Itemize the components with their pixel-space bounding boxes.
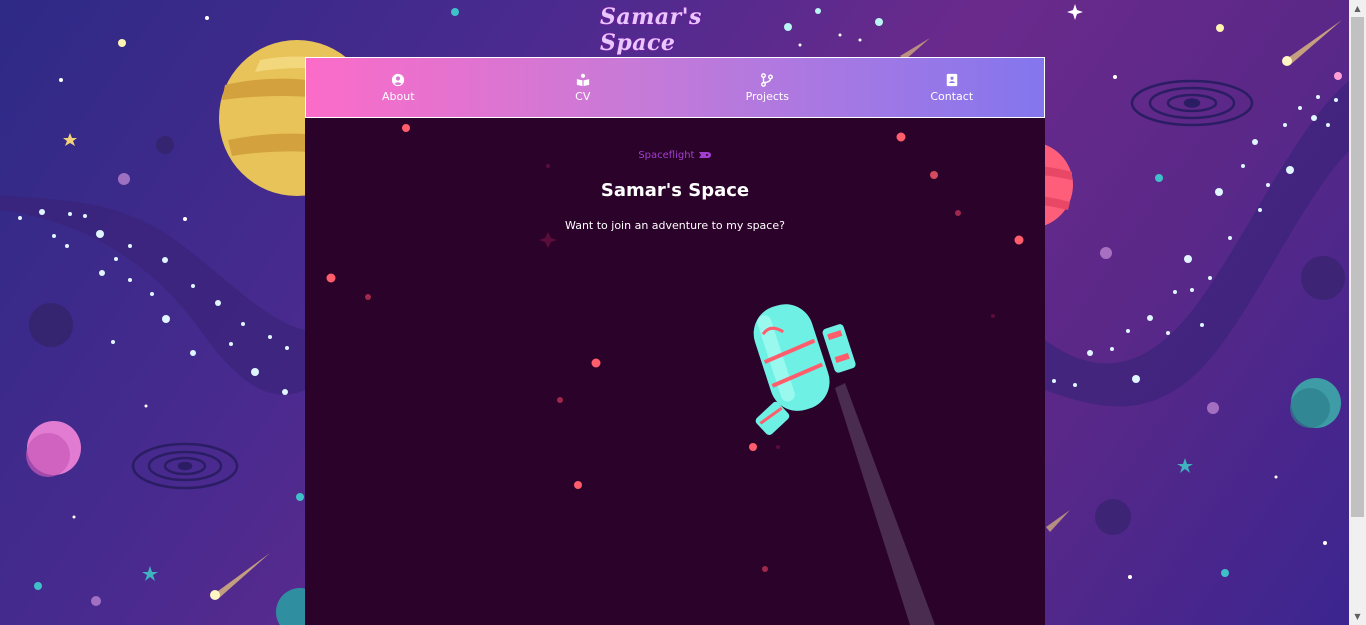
main-nav: About CV Projects Contact <box>305 57 1045 118</box>
code-branch-icon <box>761 72 774 87</box>
glow-dot <box>1207 402 1219 414</box>
nav-item-about[interactable]: About <box>338 73 458 103</box>
dot <box>1155 174 1163 182</box>
hero-title: Samar's Space <box>600 180 750 201</box>
hero-panel: Spaceflight Samar's Space Want to join a… <box>305 118 1045 625</box>
nav-item-label: Projects <box>745 89 789 103</box>
nav-item-label: CV <box>575 89 591 103</box>
comet-bottom-right <box>1046 510 1070 532</box>
milky-way-band-right <box>1045 80 1350 407</box>
page: Samar's Space About CV Projects Contact … <box>0 0 1366 625</box>
dark-planet-1 <box>29 303 73 347</box>
dot <box>1221 569 1229 577</box>
nav-item-projects[interactable]: Projects <box>707 72 827 103</box>
rocket-trail <box>835 383 935 625</box>
scrollbar[interactable]: ▲ ▼ <box>1349 0 1366 625</box>
dark-planet-4 <box>156 136 174 154</box>
scroll-up-arrow-icon[interactable]: ▲ <box>1349 0 1366 17</box>
comet-bottom-left <box>210 553 270 600</box>
dot <box>451 8 459 16</box>
nav-item-label: Contact <box>930 89 974 103</box>
site-logo[interactable]: Samar's Space <box>600 4 770 56</box>
galaxy-spiral-left <box>131 442 239 490</box>
hero-tagline: Want to join an adventure to my space? <box>565 219 785 232</box>
sparkle <box>1067 4 1083 20</box>
nav-item-label: About <box>381 89 415 103</box>
user-circle-icon <box>392 73 405 86</box>
glow-dot <box>1100 247 1112 259</box>
nav-item-contact[interactable]: Contact <box>892 73 1012 103</box>
hero-kicker: Spaceflight <box>305 150 1045 161</box>
star-shape <box>142 566 158 581</box>
nav-item-cv[interactable]: CV <box>523 73 643 103</box>
dark-planet-2 <box>1301 256 1345 300</box>
magenta-planet <box>26 421 81 477</box>
teal-planet <box>1290 378 1341 428</box>
book-reader-icon <box>576 73 589 86</box>
star-shape <box>63 133 77 146</box>
dot <box>34 582 42 590</box>
comet-top-right <box>1282 20 1342 66</box>
dot <box>296 493 304 501</box>
glow-dot <box>91 596 101 606</box>
dark-planet-3 <box>1095 499 1131 535</box>
star <box>118 39 126 47</box>
address-card-icon <box>946 73 957 86</box>
scrollbar-thumb[interactable] <box>1351 17 1364 517</box>
star <box>1216 24 1224 32</box>
star-shape <box>1177 458 1193 473</box>
galaxy-spiral-right <box>1130 79 1254 127</box>
logo-text: Samar's Space <box>600 4 702 56</box>
kicker-label: Spaceflight <box>638 150 695 161</box>
glow-dot <box>118 173 130 185</box>
scroll-down-arrow-icon[interactable]: ▼ <box>1349 608 1366 625</box>
rocket-icon <box>698 152 711 158</box>
